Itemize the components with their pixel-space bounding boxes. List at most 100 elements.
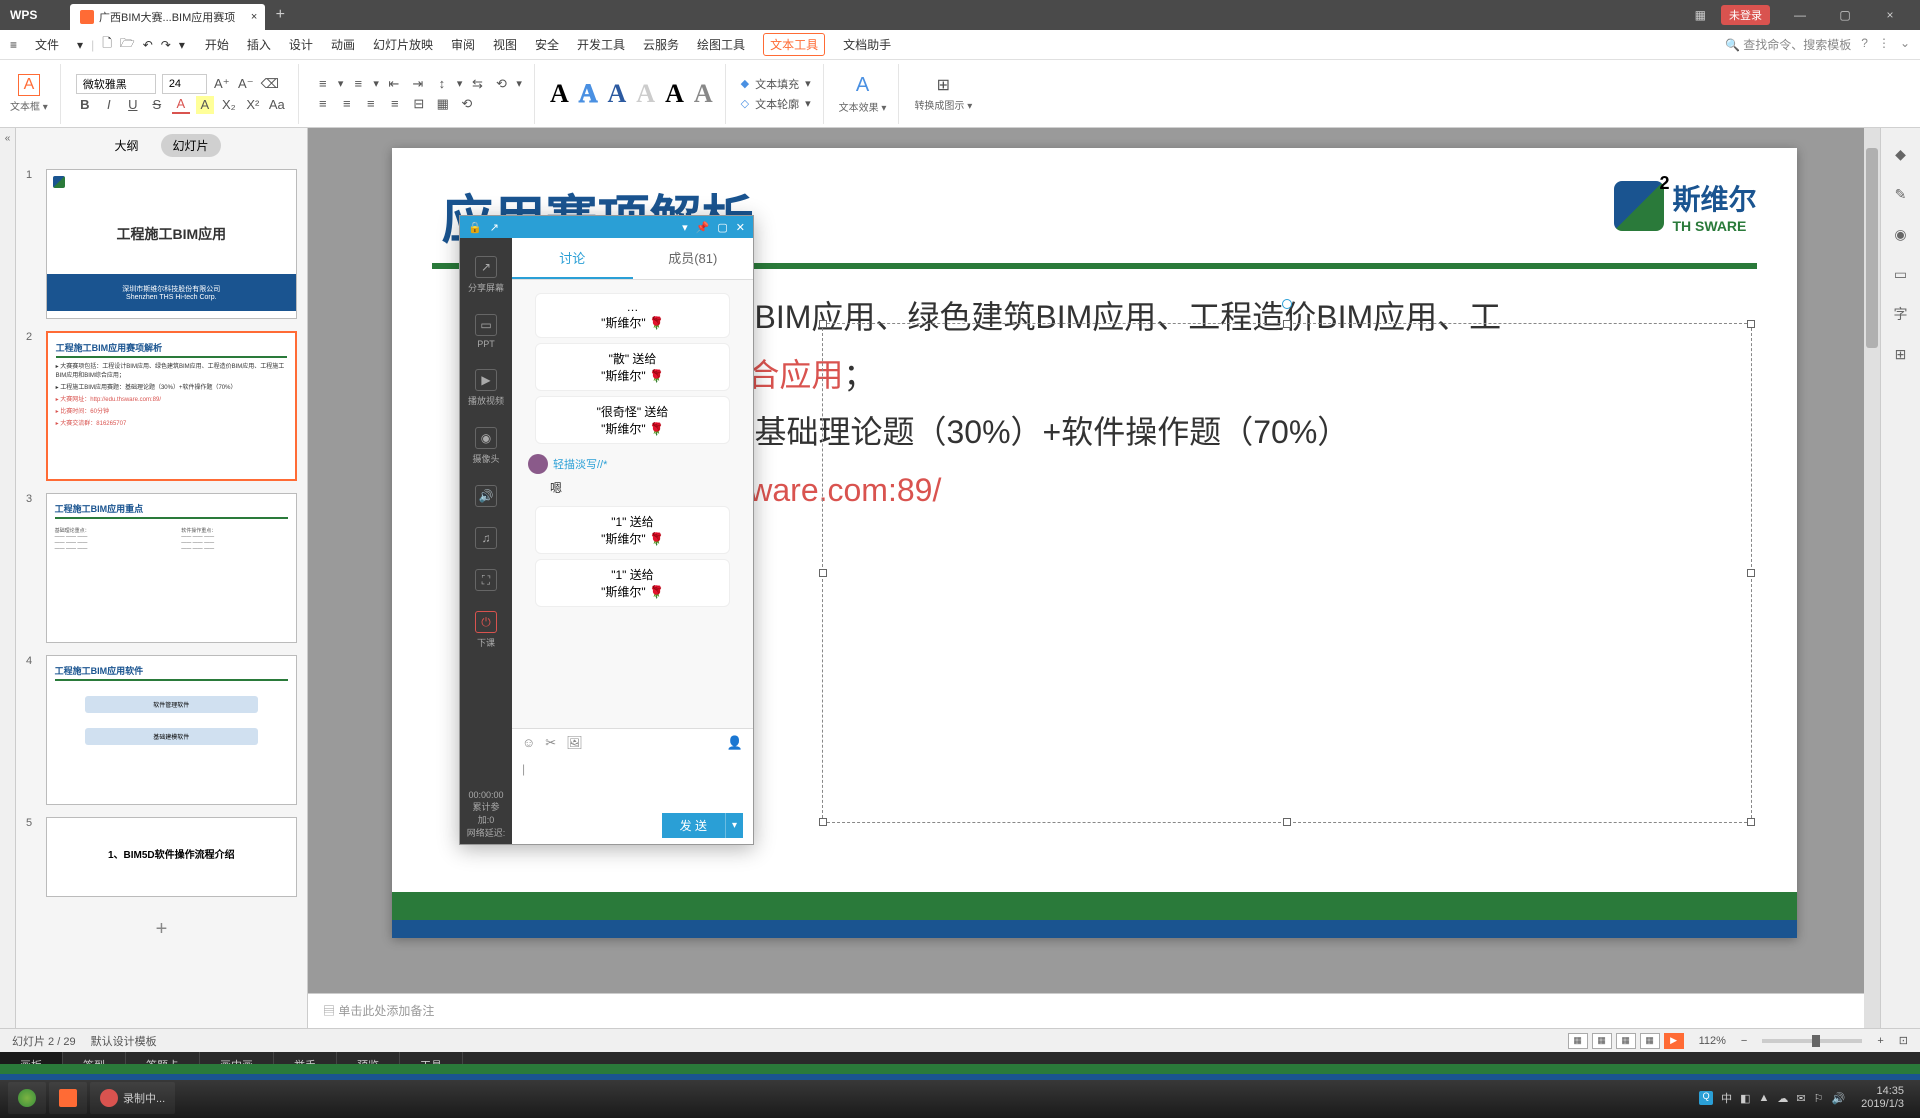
zoom-level[interactable]: 112% [1699,1035,1726,1047]
person-icon[interactable]: 👤 [727,735,743,751]
textbox-selection-frame[interactable] [822,323,1752,823]
add-slide-button[interactable]: + [16,903,307,956]
vertical-scrollbar[interactable] [1864,128,1880,1028]
chat-input[interactable]: | [512,757,753,807]
smartart-icon[interactable]: ⊞ [937,75,950,95]
align-justify-button[interactable]: ≡ [386,95,404,113]
font-icon[interactable]: 字 [1890,303,1912,325]
normal-view-button[interactable]: ▦ [1568,1033,1588,1049]
grid-icon[interactable]: ⊞ [1890,343,1912,365]
taskbar-app-1[interactable] [49,1082,87,1114]
outline-tab[interactable]: 大纲 [102,134,150,157]
text-effects-icon[interactable]: A [856,74,869,97]
more-icon[interactable]: ⋮ [1878,36,1890,53]
tab-close-icon[interactable]: × [251,11,257,23]
music-button[interactable]: ♫ [475,517,497,559]
slide-thumb-4[interactable]: 工程施工BIM应用软件 软件管理软件 基础建模软件 [46,655,297,805]
chat-max-icon[interactable]: ▢ [717,221,727,234]
tray-volume-icon[interactable]: 🔊 [1831,1092,1845,1105]
qat-more-icon[interactable]: ▾ [179,38,185,52]
chat-messages[interactable]: …"斯维尔" 🌹 "散" 送给"斯维尔" 🌹 "很奇怪" 送给"斯维尔" 🌹 轻… [512,280,753,728]
tray-icon-3[interactable]: ◧ [1740,1092,1750,1105]
doc-icon[interactable]: ▦ [1695,8,1706,22]
maximize-button[interactable]: ▢ [1830,8,1860,22]
tab-security[interactable]: 安全 [535,33,559,56]
play-slideshow-button[interactable]: ▶ [1664,1033,1684,1049]
fullscreen-button[interactable]: ⛶ [475,559,497,601]
notes-pane[interactable]: ▤ 单击此处添加备注 [308,993,1880,1028]
emoji-icon[interactable]: ☺ [522,735,535,751]
decrease-indent-button[interactable]: ⇤ [385,75,403,93]
font-color-button[interactable]: A [172,96,190,114]
speaker-button[interactable]: 🔊 [475,475,497,517]
tray-flag-icon[interactable]: ⚐ [1814,1092,1824,1105]
tab-home[interactable]: 开始 [205,33,229,56]
tab-insert[interactable]: 插入 [247,33,271,56]
wordart-gallery[interactable]: AAAAAA [550,79,713,109]
subscript-button[interactable]: X₂ [220,96,238,114]
sorter-view-button[interactable]: ▦ [1592,1033,1612,1049]
ppt-button[interactable]: ▭PPT [475,304,497,359]
textbox-label[interactable]: 文本框 [10,102,40,113]
play-video-button[interactable]: ▶播放视频 [468,359,504,417]
file-menu[interactable]: 文件 [25,33,69,56]
tab-text-tools[interactable]: 文本工具 [763,33,825,56]
text-effects-label[interactable]: 文本效果 [839,103,879,114]
slide-thumb-1[interactable]: 工程施工BIM应用 深圳市斯维尔科技股份有限公司Shenzhen THS Hi-… [46,169,297,319]
chat-close-icon[interactable]: ✕ [736,221,745,234]
qat-redo-icon[interactable]: ↷ [161,38,171,52]
chat-min-icon[interactable]: ▾ [682,221,688,234]
zoom-out-button[interactable]: − [1741,1035,1747,1047]
tray-cloud-icon[interactable]: ☁ [1777,1092,1788,1105]
layers-icon[interactable]: ◆ [1890,143,1912,165]
align-right-button[interactable]: ≡ [362,95,380,113]
send-dropdown[interactable]: ▾ [725,813,743,838]
share-screen-button[interactable]: ↗分享屏幕 [468,246,504,304]
minimize-button[interactable]: — [1785,8,1815,22]
increase-font-icon[interactable]: A⁺ [213,75,231,93]
bullets-button[interactable]: ≡ [314,75,332,93]
font-size-select[interactable] [162,74,207,94]
strike-button[interactable]: S [148,96,166,114]
document-tab[interactable]: 广西BIM大赛...BIM应用赛项 × [70,4,265,30]
align-left-button[interactable]: ≡ [314,95,332,113]
lock-icon[interactable]: 🔒 [468,221,482,234]
case-button[interactable]: Aa [268,96,286,114]
tab-slideshow[interactable]: 幻灯片放映 [373,33,433,56]
end-class-button[interactable]: ⏻下课 [475,601,497,659]
tab-stops-button[interactable]: ⇆ [468,75,486,93]
slide-thumb-5[interactable]: 1、BIM5D软件操作流程介绍 [46,817,297,897]
search-commands[interactable]: 🔍 查找命令、搜索模板 [1725,36,1851,53]
help-icon[interactable]: ? [1861,36,1868,53]
tab-design[interactable]: 设计 [289,33,313,56]
tab-review[interactable]: 审阅 [451,33,475,56]
file-dropdown-icon[interactable]: ▾ [77,38,83,52]
qat-undo-icon[interactable]: ↶ [143,38,153,52]
scissors-icon[interactable]: ✂ [545,735,556,751]
zoom-slider[interactable] [1762,1039,1862,1043]
zoom-in-button[interactable]: + [1877,1035,1883,1047]
slide-thumb-2[interactable]: 工程施工BIM应用赛项解析 ▸ 大赛赛项包括：工程设计BIM应用、绿色建筑BIM… [46,331,297,481]
decrease-font-icon[interactable]: A⁻ [237,75,255,93]
qat-new-icon[interactable]: 🗋 [102,34,112,55]
clock[interactable]: 14:35 2019/1/3 [1853,1085,1912,1111]
collapse-ribbon-icon[interactable]: ⌄ [1900,36,1910,53]
clear-format-icon[interactable]: ⌫ [261,75,279,93]
textbox-icon[interactable]: A [18,74,40,96]
new-tab-button[interactable]: + [265,6,295,24]
image-icon[interactable]: 🖼 [566,735,583,751]
text-outline-button[interactable]: 文本轮廓 [755,96,799,112]
close-button[interactable]: × [1875,8,1905,22]
target-icon[interactable]: ◉ [1890,223,1912,245]
text-direction-button[interactable]: ⟲ [458,95,476,113]
font-name-select[interactable] [76,74,156,94]
rotation-handle[interactable] [1282,299,1292,309]
discuss-tab[interactable]: 讨论 [512,238,633,279]
slides-tab[interactable]: 幻灯片 [161,134,221,157]
valign-button[interactable]: ⊟ [410,95,428,113]
popout-icon[interactable]: ↗ [490,221,499,234]
rect-icon[interactable]: ▭ [1890,263,1912,285]
collapse-panel-button[interactable]: « [0,128,16,1028]
tray-q-icon[interactable]: Q [1699,1091,1713,1105]
recording-indicator[interactable]: 录制中... [90,1082,175,1114]
